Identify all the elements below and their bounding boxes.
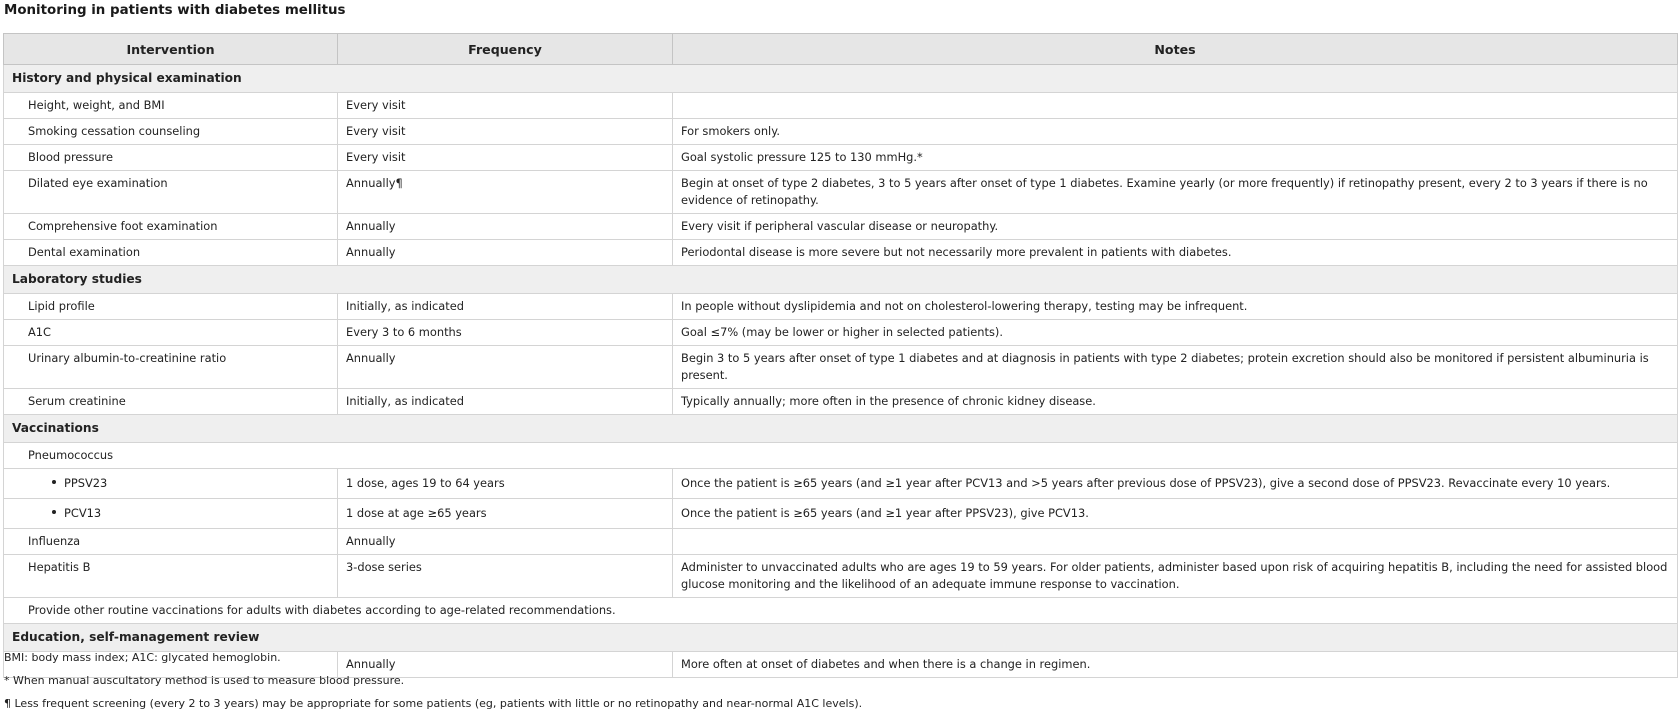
section-row: Vaccinations [3,414,1678,443]
notes-cell: Once the patient is ≥65 years (and ≥1 ye… [672,498,1678,529]
notes-cell: More often at onset of diabetes and when… [672,651,1678,678]
frequency-cell: Every visit [337,118,673,145]
table-row: Blood pressure Every visit Goal systolic… [3,144,1678,171]
table-row: Height, weight, and BMI Every visit [3,92,1678,119]
frequency-cell: 3-dose series [337,554,673,598]
section-row: Laboratory studies [3,265,1678,294]
intervention-cell: Lipid profile [3,293,338,320]
subgroup-pneumococcus: Pneumococcus [3,442,1678,469]
notes-cell: Every visit if peripheral vascular disea… [672,213,1678,240]
frequency-cell: Annually¶ [337,170,673,214]
section-row: History and physical examination [3,64,1678,93]
table-row: A1C Every 3 to 6 months Goal ≤7% (may be… [3,319,1678,346]
section-label-education: Education, self-management review [3,623,1678,652]
table-row: PPSV23 1 dose, ages 19 to 64 years Once … [3,468,1678,499]
intervention-cell: PPSV23 [3,468,338,499]
frequency-cell: 1 dose, ages 19 to 64 years [337,468,673,499]
intervention-cell: Serum creatinine [3,388,338,415]
intervention-cell: Hepatitis B [3,554,338,598]
frequency-cell: Annually [337,528,673,555]
notes-cell: Administer to unvaccinated adults who ar… [672,554,1678,598]
intervention-cell: Dental examination [3,239,338,266]
header-notes: Notes [672,33,1678,65]
notes-cell: Once the patient is ≥65 years (and ≥1 ye… [672,468,1678,499]
table-row: Dental examination Annually Periodontal … [3,239,1678,266]
frequency-cell: Initially, as indicated [337,388,673,415]
table-row: Lipid profile Initially, as indicated In… [3,293,1678,320]
page-title: Monitoring in patients with diabetes mel… [4,3,346,18]
intervention-cell: Blood pressure [3,144,338,171]
notes-cell: In people without dyslipidemia and not o… [672,293,1678,320]
table-row: Influenza Annually [3,528,1678,555]
notes-cell [672,528,1678,555]
bullet-icon [52,480,56,484]
section-row: Education, self-management review [3,623,1678,652]
frequency-cell: Annually [337,239,673,266]
notes-cell [672,92,1678,119]
section-label-history: History and physical examination [3,64,1678,93]
table-row: PCV13 1 dose at age ≥65 years Once the p… [3,498,1678,529]
table-row: Serum creatinine Initially, as indicated… [3,388,1678,415]
section-label-lab: Laboratory studies [3,265,1678,294]
intervention-cell: Urinary albumin-to-creatinine ratio [3,345,338,389]
intervention-cell: PCV13 [3,498,338,529]
intervention-cell: Height, weight, and BMI [3,92,338,119]
frequency-cell: 1 dose at age ≥65 years [337,498,673,529]
frequency-cell: Every visit [337,92,673,119]
footnote: * When manual auscultatory method is use… [4,674,405,687]
intervention-cell: Influenza [3,528,338,555]
intervention-cell: Smoking cessation counseling [3,118,338,145]
notes-cell: Begin at onset of type 2 diabetes, 3 to … [672,170,1678,214]
notes-cell: For smokers only. [672,118,1678,145]
notes-cell: Goal ≤7% (may be lower or higher in sele… [672,319,1678,346]
header-intervention: Intervention [3,33,338,65]
header-frequency: Frequency [337,33,673,65]
footnote: ¶ Less frequent screening (every 2 to 3 … [4,697,863,710]
notes-cell: Typically annually; more often in the pr… [672,388,1678,415]
frequency-cell: Every 3 to 6 months [337,319,673,346]
intervention-cell: Dilated eye examination [3,170,338,214]
notes-cell: Begin 3 to 5 years after onset of type 1… [672,345,1678,389]
footnote: BMI: body mass index; A1C: glycated hemo… [4,651,281,664]
intervention-label: PCV13 [64,506,102,520]
intervention-cell: A1C [3,319,338,346]
monitoring-table: Intervention Frequency Notes History and… [3,33,1678,678]
frequency-cell: Initially, as indicated [337,293,673,320]
table-row: Hepatitis B 3-dose series Administer to … [3,554,1678,598]
other-vaccinations-note: Provide other routine vaccinations for a… [3,597,1678,624]
frequency-cell: Annually [337,345,673,389]
intervention-label: PPSV23 [64,476,108,490]
table-row: Provide other routine vaccinations for a… [3,597,1678,624]
table-row: Comprehensive foot examination Annually … [3,213,1678,240]
notes-cell: Periodontal disease is more severe but n… [672,239,1678,266]
bullet-icon [52,510,56,514]
table-row: Dilated eye examination Annually¶ Begin … [3,170,1678,214]
table-header-row: Intervention Frequency Notes [3,33,1678,65]
table-row: Urinary albumin-to-creatinine ratio Annu… [3,345,1678,389]
section-label-vaccinations: Vaccinations [3,414,1678,443]
intervention-cell: Comprehensive foot examination [3,213,338,240]
table-row: Pneumococcus [3,442,1678,469]
frequency-cell: Annually [337,213,673,240]
notes-cell: Goal systolic pressure 125 to 130 mmHg.* [672,144,1678,171]
frequency-cell: Every visit [337,144,673,171]
table-row: Smoking cessation counseling Every visit… [3,118,1678,145]
